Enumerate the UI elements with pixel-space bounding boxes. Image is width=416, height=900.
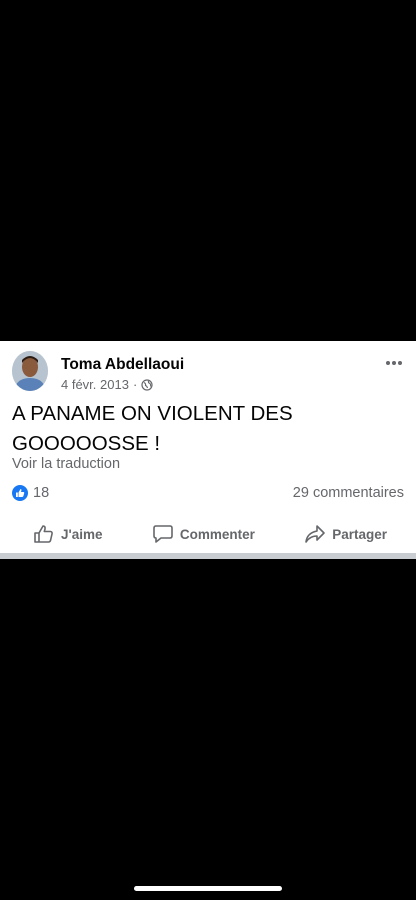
- post-actions-bar: J'aime Commenter Partager: [0, 519, 416, 549]
- comment-button[interactable]: Commenter: [152, 524, 255, 544]
- share-button-label: Partager: [332, 526, 387, 542]
- like-button-label: J'aime: [61, 526, 103, 542]
- home-indicator[interactable]: [134, 886, 282, 891]
- card-divider: [0, 553, 416, 559]
- share-arrow-icon: [305, 525, 326, 543]
- post-text: A PANAME ON VIOLENT DES GOOOOOSSE !: [12, 402, 293, 455]
- comments-count[interactable]: 29 commentaires: [293, 485, 404, 501]
- post-author-name[interactable]: Toma Abdellaoui: [61, 356, 184, 374]
- reactions-summary[interactable]: 18: [12, 485, 49, 501]
- like-button[interactable]: J'aime: [33, 524, 103, 544]
- screenshot-screen: Toma Abdellaoui 4 févr. 2013 · A PANAME …: [0, 0, 416, 900]
- share-button[interactable]: Partager: [304, 524, 387, 544]
- see-translation-link[interactable]: Voir la traduction: [12, 456, 120, 472]
- thumbs-up-icon: [34, 525, 53, 543]
- comment-button-label: Commenter: [179, 526, 255, 542]
- more-dots-icon: [386, 361, 402, 365]
- like-reaction-icon: [12, 485, 28, 501]
- post-date[interactable]: 4 févr. 2013: [61, 377, 129, 392]
- comment-bubble-icon: [153, 525, 173, 543]
- reactions-count: 18: [33, 485, 50, 501]
- post-meta: 4 févr. 2013 ·: [61, 377, 153, 392]
- avatar[interactable]: [12, 351, 48, 391]
- globe-icon: [141, 378, 153, 391]
- post-card: Toma Abdellaoui 4 févr. 2013 · A PANAME …: [0, 341, 416, 559]
- meta-separator: ·: [132, 377, 138, 392]
- more-options-button[interactable]: [384, 353, 404, 373]
- avatar-photo: [12, 351, 48, 391]
